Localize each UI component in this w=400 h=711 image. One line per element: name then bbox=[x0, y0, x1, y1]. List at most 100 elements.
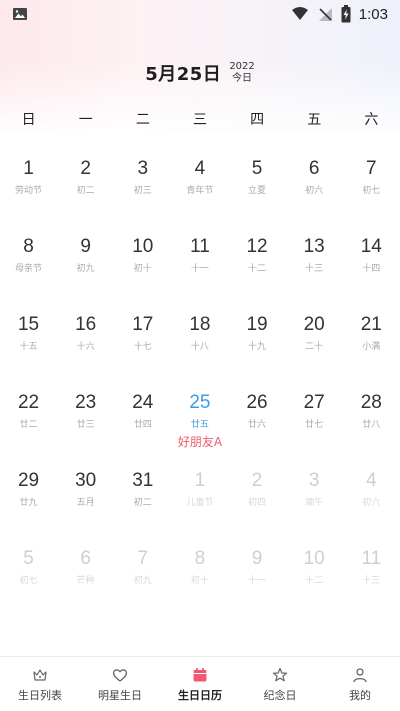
day-number: 16 bbox=[75, 314, 97, 335]
month-header: 5月25日 2022 今日 bbox=[0, 56, 400, 90]
day-cell[interactable]: 21 小满 bbox=[343, 304, 400, 382]
day-cell[interactable]: 6 初六 bbox=[286, 148, 343, 226]
lunar-date: 芒种 bbox=[76, 576, 95, 586]
weekday-thu: 四 bbox=[250, 112, 265, 128]
day-cell[interactable]: 8 母亲节 bbox=[0, 226, 57, 304]
lunar-date: 廿九 bbox=[19, 498, 38, 508]
day-cell[interactable]: 11 十一 bbox=[171, 226, 228, 304]
day-cell-next-month[interactable]: 10 十二 bbox=[286, 538, 343, 616]
nav-item-3[interactable]: 纪念日 bbox=[240, 657, 320, 711]
day-cell-next-month[interactable]: 8 初十 bbox=[171, 538, 228, 616]
day-number: 1 bbox=[23, 158, 34, 179]
day-number: 2 bbox=[80, 158, 91, 179]
day-number: 1 bbox=[194, 470, 206, 491]
calendar-grid: 1 劳动节 2 初二 3 初三 4 青年节 5 立夏 6 初六 7 初七 8 母亲节 9 初九 10 初十 11 十一 12… bbox=[0, 148, 400, 616]
day-cell[interactable]: 17 十七 bbox=[114, 304, 171, 382]
day-cell-next-month[interactable]: 11 十三 bbox=[343, 538, 400, 616]
day-number: 9 bbox=[80, 236, 91, 257]
day-cell-next-month[interactable]: 9 十一 bbox=[229, 538, 286, 616]
day-cell[interactable]: 12 十二 bbox=[229, 226, 286, 304]
day-number: 5 bbox=[251, 158, 263, 179]
lunar-date: 初九 bbox=[76, 264, 95, 274]
nav-label: 明星生日 bbox=[98, 689, 142, 702]
day-cell-next-month[interactable]: 3 端午 bbox=[286, 460, 343, 538]
day-cell[interactable]: 31 初二 bbox=[114, 460, 171, 538]
day-number: 30 bbox=[75, 470, 97, 491]
day-cell-next-month[interactable]: 4 初六 bbox=[343, 460, 400, 538]
day-number: 19 bbox=[246, 314, 268, 335]
lunar-date: 廿二 bbox=[19, 420, 38, 430]
day-number: 14 bbox=[360, 236, 382, 257]
day-number: 11 bbox=[190, 236, 210, 257]
lunar-date: 廿八 bbox=[362, 420, 381, 430]
day-cell[interactable]: 9 初九 bbox=[57, 226, 114, 304]
day-cell[interactable]: 7 初七 bbox=[343, 148, 400, 226]
day-number: 10 bbox=[132, 236, 154, 257]
no-signal-icon bbox=[317, 6, 333, 22]
day-cell-next-month[interactable]: 5 初七 bbox=[0, 538, 57, 616]
day-number: 13 bbox=[303, 236, 325, 257]
current-date[interactable]: 5月25日 bbox=[145, 60, 221, 86]
bottom-navigation: 生日列表 明星生日 生日日历 纪念日 我的 bbox=[0, 656, 400, 711]
day-cell[interactable]: 30 五月 bbox=[57, 460, 114, 538]
day-cell[interactable]: 3 初三 bbox=[114, 148, 171, 226]
day-cell[interactable]: 27 廿七 bbox=[286, 382, 343, 460]
lunar-date: 儿童节 bbox=[186, 498, 214, 508]
lunar-date: 十三 bbox=[362, 576, 381, 586]
lunar-date: 十二 bbox=[305, 576, 324, 586]
day-cell[interactable]: 16 十六 bbox=[57, 304, 114, 382]
day-cell-next-month[interactable]: 1 儿童节 bbox=[171, 460, 228, 538]
lunar-date: 廿五 bbox=[190, 420, 209, 430]
day-number: 8 bbox=[194, 548, 206, 569]
lunar-date: 五月 bbox=[76, 498, 95, 508]
weekday-wed: 三 bbox=[192, 112, 207, 128]
nav-item-0[interactable]: 生日列表 bbox=[0, 657, 80, 711]
birthday-event-label[interactable]: 好朋友A bbox=[178, 434, 222, 450]
lunar-date: 初七 bbox=[19, 576, 38, 586]
day-cell[interactable]: 24 廿四 bbox=[114, 382, 171, 460]
day-cell-next-month[interactable]: 2 初四 bbox=[229, 460, 286, 538]
day-cell[interactable]: 19 十九 bbox=[229, 304, 286, 382]
day-cell[interactable]: 13 十三 bbox=[286, 226, 343, 304]
day-number: 18 bbox=[189, 314, 211, 335]
day-cell[interactable]: 28 廿八 bbox=[343, 382, 400, 460]
day-cell[interactable]: 23 廿三 bbox=[57, 382, 114, 460]
day-cell[interactable]: 4 青年节 bbox=[171, 148, 228, 226]
day-cell-next-month[interactable]: 7 初九 bbox=[114, 538, 171, 616]
day-number: 17 bbox=[132, 314, 154, 335]
day-cell[interactable]: 18 十八 bbox=[171, 304, 228, 382]
nav-item-2[interactable]: 生日日历 bbox=[160, 657, 240, 711]
day-cell[interactable]: 29 廿九 bbox=[0, 460, 57, 538]
lunar-date: 十一 bbox=[248, 576, 267, 586]
day-number: 3 bbox=[308, 470, 320, 491]
person-icon bbox=[352, 667, 368, 683]
day-cell[interactable]: 26 廿六 bbox=[229, 382, 286, 460]
day-cell[interactable]: 5 立夏 bbox=[229, 148, 286, 226]
day-number: 3 bbox=[137, 158, 149, 179]
day-cell[interactable]: 15 十五 bbox=[0, 304, 57, 382]
today-label: 今日 bbox=[232, 73, 253, 84]
weekday-sun: 日 bbox=[21, 112, 36, 128]
lunar-date: 初六 bbox=[362, 498, 381, 508]
year-today-block[interactable]: 2022 今日 bbox=[229, 61, 254, 85]
nav-item-1[interactable]: 明星生日 bbox=[80, 657, 160, 711]
day-number: 5 bbox=[23, 548, 34, 569]
nav-item-4[interactable]: 我的 bbox=[320, 657, 400, 711]
nav-label: 我的 bbox=[349, 689, 371, 702]
lunar-date: 十八 bbox=[190, 342, 209, 352]
day-cell[interactable]: 20 二十 bbox=[286, 304, 343, 382]
day-cell[interactable]: 22 廿二 bbox=[0, 382, 57, 460]
lunar-date: 十五 bbox=[19, 342, 38, 352]
day-cell-today[interactable]: 25 廿五 好朋友A bbox=[171, 382, 228, 460]
lunar-date: 十一 bbox=[190, 264, 209, 274]
day-cell[interactable]: 1 劳动节 bbox=[0, 148, 57, 226]
day-cell[interactable]: 2 初二 bbox=[57, 148, 114, 226]
current-year: 2022 bbox=[229, 61, 255, 72]
day-cell-next-month[interactable]: 6 芒种 bbox=[57, 538, 114, 616]
day-number: 2 bbox=[251, 470, 263, 491]
day-cell[interactable]: 14 十四 bbox=[343, 226, 400, 304]
nav-label: 生日日历 bbox=[178, 689, 222, 702]
day-cell[interactable]: 10 初十 bbox=[114, 226, 171, 304]
lunar-date: 廿六 bbox=[248, 420, 267, 430]
calendar-icon bbox=[192, 667, 208, 683]
